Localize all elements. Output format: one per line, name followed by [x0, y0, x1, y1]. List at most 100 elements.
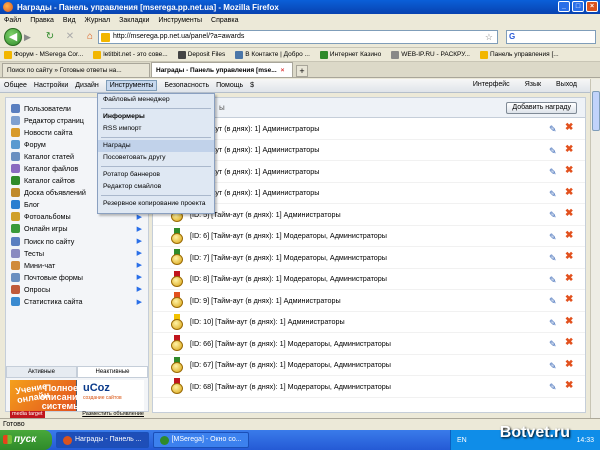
- delete-icon[interactable]: ✖: [565, 338, 575, 348]
- scrollbar-thumb[interactable]: [592, 91, 600, 131]
- sidebar-item[interactable]: Поиск по сайту ▶: [6, 235, 148, 247]
- delete-icon[interactable]: ✖: [565, 187, 575, 198]
- expand-arrow-icon[interactable]: ▶: [137, 273, 142, 281]
- delete-icon[interactable]: ✖: [565, 166, 575, 176]
- sidebar-item[interactable]: Опросы ▶: [6, 283, 148, 295]
- menu-tools[interactable]: Инструменты: [158, 17, 202, 24]
- menu-file[interactable]: Файл: [4, 17, 21, 24]
- promo-banner[interactable]: Учение онлайн Полное описание системы uC…: [10, 380, 144, 411]
- delete-icon[interactable]: ✖: [565, 123, 575, 133]
- bookmark-item[interactable]: Интернет Казино: [319, 50, 381, 59]
- reload-icon[interactable]: ↻: [44, 31, 56, 43]
- tab-active-modules[interactable]: Активные: [6, 366, 77, 378]
- delete-icon[interactable]: ✖: [565, 144, 575, 155]
- close-tab-icon[interactable]: ×: [281, 67, 285, 74]
- menu-file-manager[interactable]: Файловый менеджер: [98, 94, 214, 106]
- edit-icon[interactable]: ✎: [549, 189, 559, 199]
- admin-menu-dollar[interactable]: $: [250, 82, 254, 89]
- edit-icon[interactable]: ✎: [549, 275, 559, 285]
- delete-icon[interactable]: ✖: [565, 316, 575, 327]
- minimize-button[interactable]: _: [558, 1, 570, 12]
- bookmark-star-icon[interactable]: ☆: [485, 31, 493, 43]
- close-button[interactable]: ×: [586, 1, 598, 12]
- edit-icon[interactable]: ✎: [549, 210, 559, 220]
- sidebar-item[interactable]: Почтовые формы ▶: [6, 271, 148, 283]
- expand-arrow-icon[interactable]: ▶: [137, 261, 142, 269]
- maximize-button[interactable]: □: [572, 1, 584, 12]
- bookmark-item[interactable]: Deposit Files: [177, 50, 225, 59]
- home-icon[interactable]: ⌂: [84, 31, 96, 43]
- menu-help[interactable]: Справка: [211, 17, 238, 24]
- admin-menu-security[interactable]: Безопасность: [164, 82, 209, 89]
- delete-icon[interactable]: ✖: [565, 230, 575, 241]
- sidebar-item[interactable]: Тесты ▶: [6, 247, 148, 259]
- admin-menu-general[interactable]: Общее: [4, 82, 27, 89]
- delete-icon[interactable]: ✖: [565, 381, 575, 391]
- start-button[interactable]: пуск: [0, 430, 52, 450]
- admin-menu-settings[interactable]: Настройки: [34, 82, 68, 89]
- admin-menu-tools[interactable]: Инструменты: [105, 80, 158, 91]
- bookmark-label: WEB-IP.RU - РАСКРУ...: [401, 51, 470, 58]
- edit-icon[interactable]: ✎: [549, 318, 559, 328]
- language-indicator[interactable]: EN: [457, 437, 467, 444]
- language-link[interactable]: Язык: [525, 81, 541, 88]
- new-tab-button[interactable]: +: [296, 65, 308, 77]
- expand-arrow-icon[interactable]: ▶: [137, 213, 142, 221]
- bookmark-item[interactable]: В Контакте | Добро ...: [235, 50, 310, 59]
- search-input[interactable]: G: [506, 30, 596, 44]
- delete-icon[interactable]: ✖: [565, 209, 575, 219]
- url-bar[interactable]: http://mserega.pp.net.ua/panel/?a=awards…: [98, 30, 498, 44]
- admin-menu-design[interactable]: Дизайн: [75, 82, 99, 89]
- menu-smiley-editor[interactable]: Редактор смайлов: [98, 181, 214, 193]
- expand-arrow-icon[interactable]: ▶: [137, 249, 142, 257]
- edit-icon[interactable]: ✎: [549, 253, 559, 263]
- bookmark-item[interactable]: Панель управления [...: [479, 50, 559, 59]
- forward-button[interactable]: ▶: [24, 31, 36, 43]
- bookmark-item[interactable]: Форум - MSerega Cor...: [4, 50, 83, 59]
- delete-icon[interactable]: ✖: [565, 359, 575, 370]
- menu-edit[interactable]: Правка: [30, 17, 54, 24]
- edit-icon[interactable]: ✎: [549, 339, 559, 349]
- logout-link[interactable]: Выход: [556, 81, 577, 88]
- edit-icon[interactable]: ✎: [549, 361, 559, 371]
- sidebar-item[interactable]: Онлайн игры ▶: [6, 223, 148, 235]
- stop-icon[interactable]: ✕: [64, 31, 76, 43]
- page-scrollbar[interactable]: [590, 79, 600, 418]
- back-button[interactable]: ◀: [4, 27, 22, 46]
- sidebar-item[interactable]: Статистика сайта ▶: [6, 296, 148, 308]
- admin-menu-help[interactable]: Помощь: [216, 82, 243, 89]
- expand-arrow-icon[interactable]: ▶: [137, 298, 142, 306]
- tab-inactive-modules[interactable]: Неактивные: [77, 366, 148, 378]
- tab-awards[interactable]: Награды - Панель управления [mse... ×: [151, 62, 293, 77]
- menu-rss-import[interactable]: RSS импорт: [98, 123, 214, 135]
- menu-backup[interactable]: Резервное копирование проекта: [98, 198, 214, 210]
- task-chat[interactable]: [MSerega] - Окно со...: [152, 432, 249, 448]
- sidebar-item[interactable]: Мини-чат ▶: [6, 259, 148, 271]
- expand-arrow-icon[interactable]: ▶: [137, 285, 142, 293]
- edit-icon[interactable]: ✎: [549, 124, 559, 134]
- edit-icon[interactable]: ✎: [549, 146, 559, 156]
- menu-recommend[interactable]: Посоветовать другу: [98, 152, 214, 164]
- menu-banner-rotator[interactable]: Ротатор баннеров: [98, 169, 214, 181]
- menu-informers[interactable]: Информеры: [98, 111, 214, 123]
- expand-arrow-icon[interactable]: ▶: [137, 225, 142, 233]
- expand-arrow-icon[interactable]: ▶: [137, 237, 142, 245]
- delete-icon[interactable]: ✖: [565, 252, 575, 262]
- menu-awards[interactable]: Награды: [98, 140, 214, 152]
- delete-icon[interactable]: ✖: [565, 295, 575, 305]
- bookmark-item[interactable]: WEB-IP.RU - РАСКРУ...: [391, 50, 470, 59]
- bookmark-item[interactable]: letitbit.net - это сове...: [93, 50, 168, 59]
- edit-icon[interactable]: ✎: [549, 382, 559, 392]
- edit-icon[interactable]: ✎: [549, 167, 559, 177]
- menu-history[interactable]: Журнал: [85, 17, 111, 24]
- menu-view[interactable]: Вид: [63, 17, 76, 24]
- menu-bookmarks[interactable]: Закладки: [119, 17, 149, 24]
- add-award-button[interactable]: Добавить награду: [506, 102, 577, 114]
- tab-search[interactable]: Поиск по сайту » Готовые ответы на...: [2, 63, 150, 77]
- sidebar-item-label: Доска объявлений: [24, 188, 86, 198]
- delete-icon[interactable]: ✖: [565, 273, 575, 284]
- task-firefox[interactable]: Награды - Панель ...: [56, 432, 149, 448]
- edit-icon[interactable]: ✎: [549, 232, 559, 242]
- interface-link[interactable]: Интерфейс: [473, 81, 510, 88]
- edit-icon[interactable]: ✎: [549, 296, 559, 306]
